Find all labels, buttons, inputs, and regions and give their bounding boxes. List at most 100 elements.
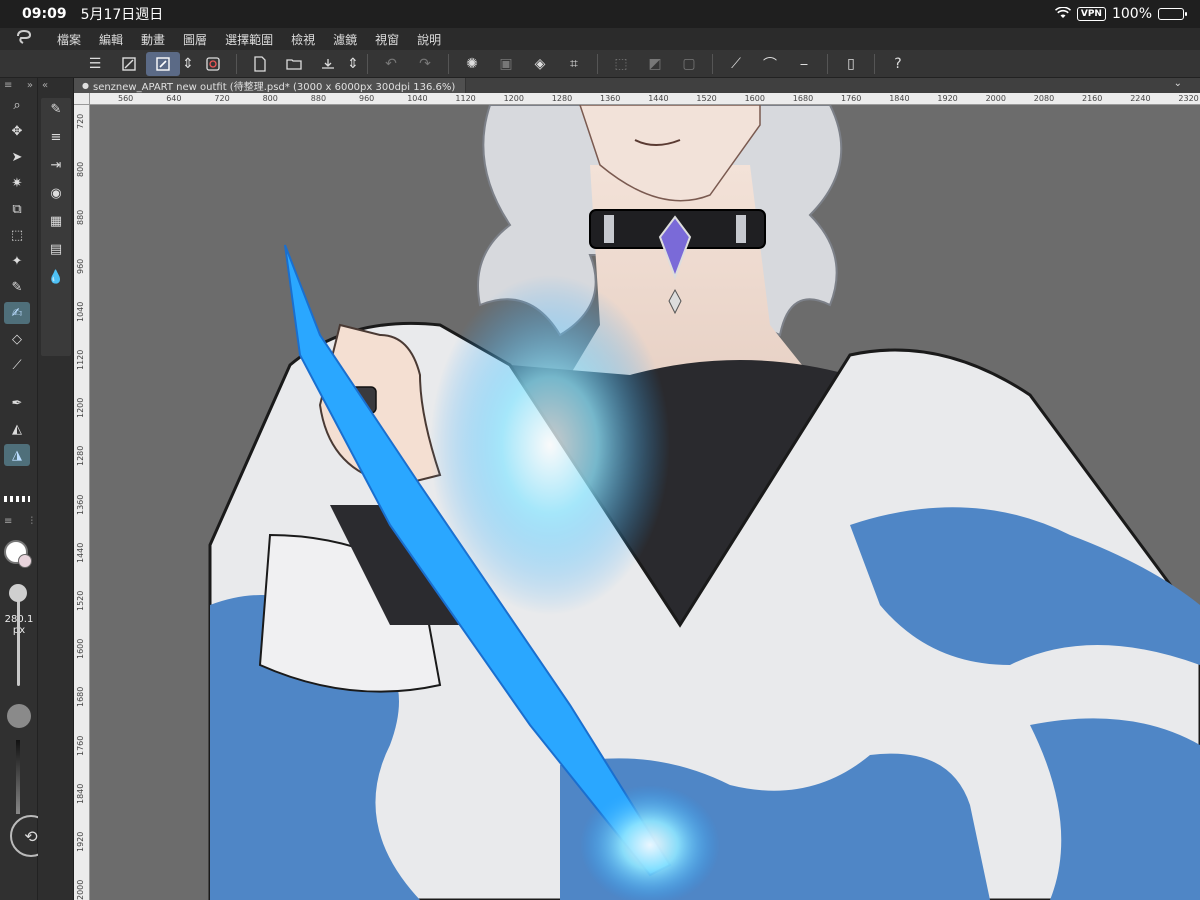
sub-tool-list: ✎ ≡ ⇥ ◉ ▦ ▤ 💧 <box>41 98 71 356</box>
copy-icon[interactable]: ▣ <box>489 52 523 76</box>
sub-tool-header: « <box>38 78 73 92</box>
ruler-h-label: 2000 <box>985 94 1006 103</box>
menu-help[interactable]: 說明 <box>408 31 450 48</box>
app-logo-icon[interactable] <box>0 29 48 48</box>
horizontal-ruler: 560 640 720 800 880 960 1040 1120 1200 1280 1360 14… <box>90 93 1200 105</box>
loading-icon[interactable]: ✺ <box>455 52 489 76</box>
ruler-v-label: 1760 <box>76 735 85 756</box>
sub-grid-icon[interactable]: ▦ <box>45 210 67 232</box>
transform-icon[interactable] <box>146 51 180 76</box>
device-icon[interactable]: ▯ <box>834 52 868 76</box>
ruler-h-label: 720 <box>214 94 230 103</box>
border-icon[interactable]: ▢ <box>672 52 706 76</box>
tool-panel: ≡» ⌕ ✥ ➤ ✷ ⧉ ⬚ ✦ ✎ ✍ ◇ ⟋ ✒ ◭ ◮ ≡⫶ 280.1 … <box>0 78 38 900</box>
sub-film-icon[interactable]: ▤ <box>45 238 67 260</box>
pen-line-icon[interactable]: ⎯ <box>787 52 821 76</box>
ruler-v-label: 1040 <box>76 301 85 322</box>
ruler-v-label: 1520 <box>76 590 85 611</box>
save-icon[interactable] <box>311 52 345 76</box>
panel-menu-icon-2[interactable]: ≡ <box>4 516 12 527</box>
menu-icon[interactable]: ☰ <box>78 52 112 76</box>
menu-animation[interactable]: 動畫 <box>132 31 174 48</box>
open-folder-icon[interactable] <box>277 52 311 76</box>
redo-icon[interactable]: ↷ <box>408 52 442 76</box>
canvas-fit-icon[interactable] <box>112 52 146 76</box>
sub-slider-icon[interactable]: ≡ <box>45 126 67 148</box>
ruler-h-label: 1600 <box>744 94 765 103</box>
ruler-h-label: 1280 <box>551 94 573 103</box>
sparkle-icon[interactable]: ✦ <box>4 250 30 272</box>
undo-icon[interactable]: ↶ <box>374 52 408 76</box>
collapse-left-icon[interactable]: « <box>42 80 48 91</box>
status-bar: 09:09 5月17日週日 VPN 100% <box>0 0 1200 28</box>
sub-layer-icon[interactable]: ◉ <box>45 182 67 204</box>
background-color-swatch[interactable] <box>18 554 32 568</box>
zoom-icon[interactable]: ⌕ <box>4 94 30 116</box>
menu-file[interactable]: 檔案 <box>48 31 90 48</box>
ruler-h-label: 2240 <box>1130 94 1151 103</box>
pen-nib-icon[interactable]: ✒ <box>4 392 30 414</box>
ruler-h-label: 1520 <box>696 94 717 103</box>
new-file-icon[interactable] <box>243 52 277 76</box>
chevron-updown-icon-2[interactable]: ⇕ <box>345 52 361 76</box>
invert-icon[interactable]: ◩ <box>638 52 672 76</box>
eraser-icon[interactable]: ◇ <box>4 328 30 350</box>
operation-icon[interactable]: ➤ <box>4 146 30 168</box>
ruler-h-label: 2160 <box>1082 94 1103 103</box>
menu-edit[interactable]: 編輯 <box>90 31 132 48</box>
selection-icon[interactable]: ⬚ <box>4 224 30 246</box>
ruler-h-label: 1680 <box>792 94 814 103</box>
fill-icon[interactable]: ◈ <box>523 52 557 76</box>
sub-arrow-icon[interactable]: ⇥ <box>45 154 67 176</box>
settings-icon[interactable]: ⫶ <box>31 516 34 527</box>
spiral-icon[interactable] <box>196 52 230 76</box>
ruler-v-label: 1120 <box>76 349 85 370</box>
chevron-down-icon[interactable]: ⌄ <box>1174 78 1182 89</box>
move-icon[interactable]: ✥ <box>4 120 30 142</box>
artwork-illustration <box>208 105 1200 900</box>
ruler-h-label: 960 <box>359 94 375 103</box>
crop-icon[interactable]: ⌗ <box>557 52 591 76</box>
close-tab-icon[interactable]: ● <box>82 81 89 90</box>
drawing-canvas[interactable] <box>90 105 1200 900</box>
panel-menu-icon[interactable]: ≡ <box>4 80 12 91</box>
magic-wand-icon[interactable]: ✷ <box>4 172 30 194</box>
fill-bucket-icon[interactable]: ◭ <box>4 418 30 440</box>
ruler-h-label: 1200 <box>503 94 524 103</box>
ruler-v-label: 880 <box>76 210 85 226</box>
deselect-icon[interactable]: ⬚ <box>604 52 638 76</box>
clock: 09:09 <box>22 6 67 22</box>
gradient-icon[interactable]: ◮ <box>4 444 30 466</box>
menu-view[interactable]: 檢視 <box>282 31 324 48</box>
status-icons: VPN 100% <box>1054 0 1187 28</box>
chevron-updown-icon[interactable]: ⇕ <box>180 52 196 76</box>
sub-pen-icon[interactable]: ✎ <box>45 98 67 120</box>
brush-stroke-icon[interactable]: ⌒ <box>753 52 787 76</box>
brush-size-slider-track[interactable] <box>17 590 20 686</box>
menu-filter[interactable]: 濾鏡 <box>324 31 366 48</box>
document-tab[interactable]: ● senznew_APART new outfit (待整理.psd* (30… <box>74 78 467 93</box>
ruler-pen-icon[interactable]: ⟋ <box>719 52 753 76</box>
collapse-icon[interactable]: » <box>27 80 33 91</box>
brush-size-slider-knob[interactable] <box>9 584 27 602</box>
menu-selection[interactable]: 選擇範圍 <box>216 31 282 48</box>
menu-window[interactable]: 視窗 <box>366 31 408 48</box>
document-title: senznew_APART new outfit (待整理.psd* (3000… <box>92 82 456 93</box>
pen-icon[interactable]: ✎ <box>4 276 30 298</box>
help-icon[interactable]: ? <box>881 52 915 76</box>
ruler-h-label: 560 <box>118 94 134 103</box>
opacity-slider[interactable] <box>16 740 20 814</box>
command-bar: ☰ ⇕ ⇕ ↶ ↷ ✺ ▣ ◈ ⌗ ⬚ ◩ ▢ ⟋ ⌒ ⎯ ▯ ? <box>0 50 1200 78</box>
sub-drops-icon[interactable]: 💧 <box>45 266 67 288</box>
vpn-badge: VPN <box>1076 7 1106 21</box>
menu-layer[interactable]: 圖層 <box>174 31 216 48</box>
color-mode-toggle[interactable] <box>4 496 30 502</box>
battery-percent: 100% <box>1111 6 1152 22</box>
opacity-knob[interactable] <box>7 704 31 728</box>
sub-panel-header: ≡ ⫶ <box>0 514 37 528</box>
document-tab-bar: ● senznew_APART new outfit (待整理.psd* (30… <box>74 78 1200 93</box>
ruler-h-label: 2080 <box>1033 94 1055 103</box>
eyedropper-icon[interactable]: ⟋ <box>4 354 30 376</box>
brush-active-icon[interactable]: ✍ <box>4 302 30 324</box>
layer-move-icon[interactable]: ⧉ <box>4 198 30 220</box>
